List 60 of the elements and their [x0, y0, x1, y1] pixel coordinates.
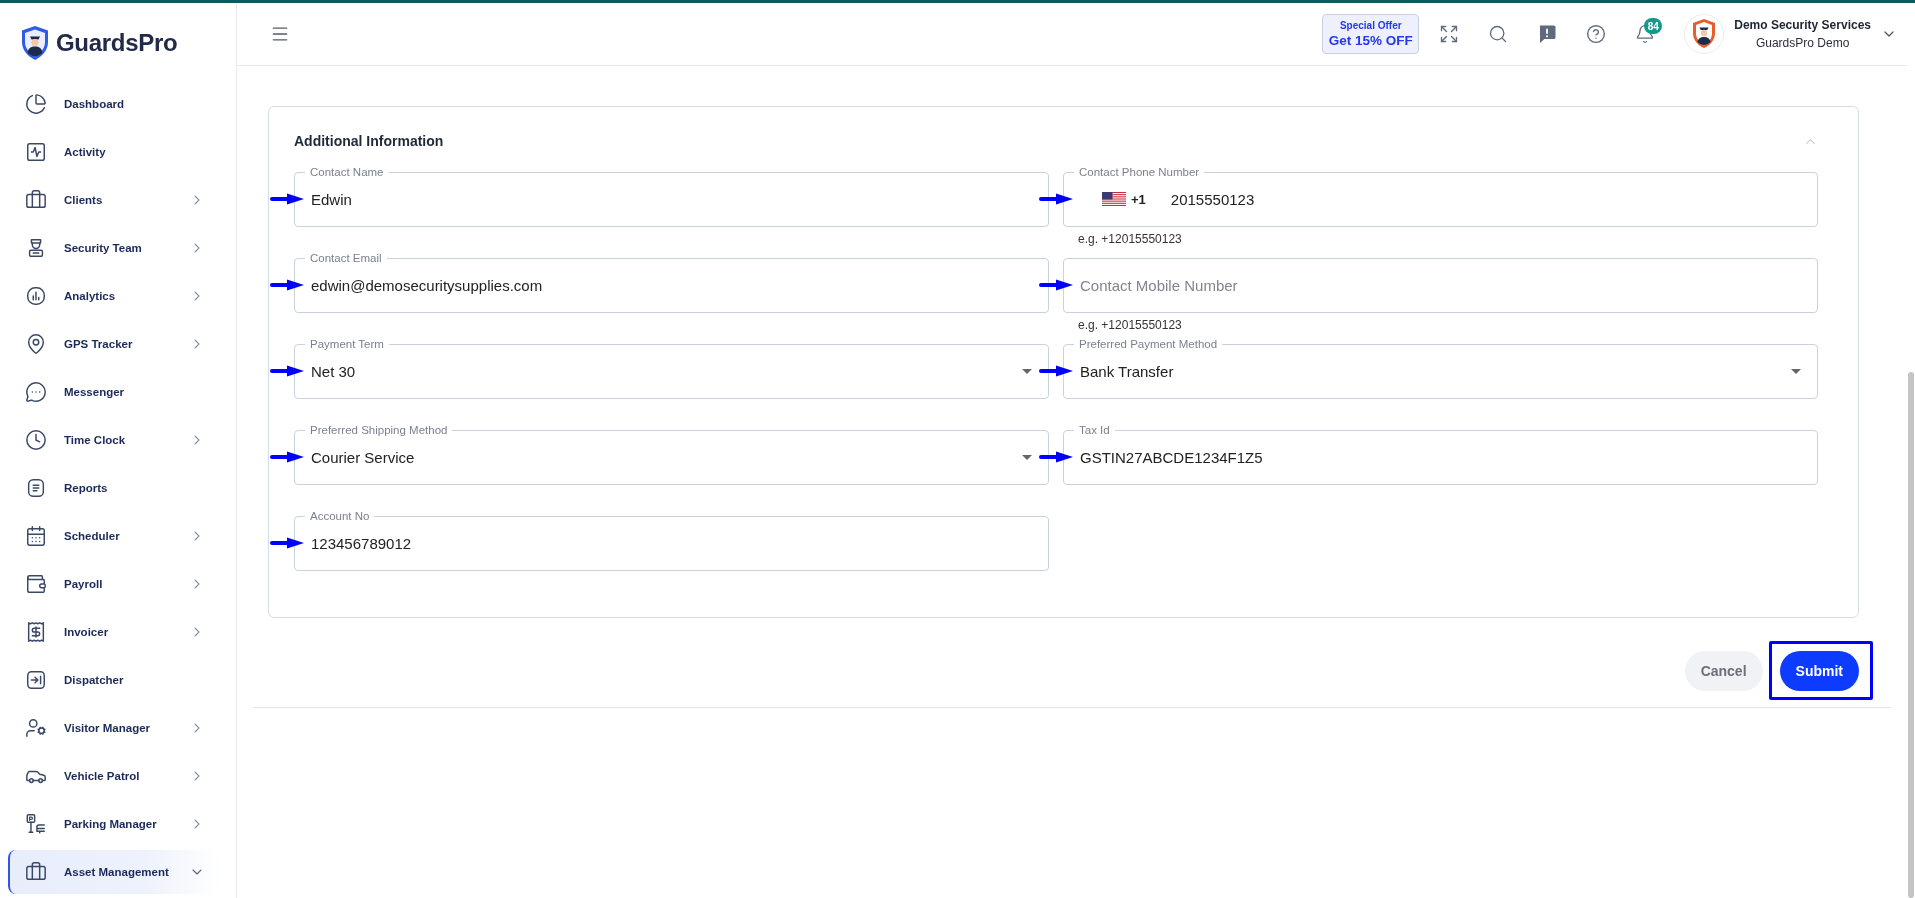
sidebar-item[interactable]: Scheduler: [8, 514, 220, 558]
sidebar-item[interactable]: Invoicer: [8, 610, 220, 654]
sidebar-item[interactable]: GPS Tracker: [8, 322, 220, 366]
help-icon[interactable]: [1586, 24, 1607, 44]
text-field[interactable]: Account No 123456789012: [294, 509, 1049, 571]
bar-chart-icon: [25, 285, 47, 307]
sidebar-item[interactable]: Reports: [8, 466, 220, 510]
sidebar-item[interactable]: Activity: [8, 130, 220, 174]
feedback-icon[interactable]: [1537, 24, 1558, 44]
account-menu-button[interactable]: Demo Security Services GuardsPro Demo: [1684, 14, 1897, 54]
sidebar-item[interactable]: Security Team: [8, 226, 220, 270]
notification-badge: 84: [1644, 18, 1663, 34]
pie-chart-icon: [25, 93, 47, 115]
sidebar-item[interactable]: Parking Manager: [8, 802, 220, 846]
select-field[interactable]: Preferred Payment Method Bank Transfer: [1063, 337, 1818, 399]
country-code-button[interactable]: +1: [1096, 186, 1152, 212]
user-gear-icon: [25, 717, 47, 739]
parking-icon: [25, 813, 47, 835]
select-field[interactable]: Payment Term Net 30: [294, 337, 1049, 399]
sidebar-item[interactable]: Messenger: [8, 370, 220, 414]
activity-chart-icon: [25, 141, 47, 163]
flag-icon: [1102, 192, 1126, 206]
helper-text: e.g. +12015550123: [1078, 318, 1182, 332]
section-title: Additional Information: [294, 133, 444, 149]
select-field[interactable]: Preferred Shipping Method Courier Service: [294, 423, 1049, 485]
caret-down-icon: [1791, 368, 1801, 374]
wallet-icon: [25, 573, 47, 595]
caret-down-icon: [1022, 368, 1032, 374]
briefcase-icon: [25, 861, 47, 883]
phone-field[interactable]: Contact Phone Number +1 2015550123: [1063, 165, 1818, 227]
helper-text: e.g. +12015550123: [1078, 232, 1182, 246]
sidebar-item[interactable]: Vehicle Patrol: [8, 754, 220, 798]
fullscreen-icon[interactable]: [1439, 24, 1460, 44]
caret-down-icon: [1022, 454, 1032, 460]
document-icon: [25, 477, 47, 499]
receipt-icon: [25, 621, 47, 643]
clock-icon: [25, 429, 47, 451]
special-offer-button[interactable]: Special Offer Get 15% OFF: [1322, 14, 1420, 54]
submit-button[interactable]: Submit: [1779, 651, 1859, 691]
search-icon[interactable]: [1488, 24, 1509, 44]
text-field[interactable]: Contact Mobile Number: [1063, 258, 1818, 313]
cancel-button[interactable]: Cancel: [1684, 651, 1763, 691]
sidebar-item[interactable]: Visitor Manager: [8, 706, 220, 750]
shield-logo-icon: [20, 25, 50, 61]
location-pin-icon: [25, 333, 47, 355]
text-field[interactable]: Contact Name Edwin: [294, 165, 1049, 227]
calendar-icon: [25, 525, 47, 547]
logo-text: GuardsPro: [56, 29, 178, 57]
sidebar-item[interactable]: Dispatcher: [8, 658, 220, 702]
text-field[interactable]: Tax Id GSTIN27ABCDE1234F1Z5: [1063, 423, 1818, 485]
briefcase-icon: [25, 189, 47, 211]
sidebar-item[interactable]: Payroll: [8, 562, 220, 606]
avatar-icon: [1684, 14, 1725, 54]
scrollbar-thumb[interactable]: [1908, 372, 1914, 898]
text-field[interactable]: Contact Email edwin@demosecuritysupplies.com: [294, 251, 1049, 313]
sidebar-item[interactable]: Dashboard: [8, 82, 220, 126]
chat-bubble-icon: [25, 381, 47, 403]
sidebar-item[interactable]: Time Clock: [8, 418, 220, 462]
sidebar-item[interactable]: Analytics: [8, 274, 220, 318]
sidebar-item[interactable]: Clients: [8, 178, 220, 222]
